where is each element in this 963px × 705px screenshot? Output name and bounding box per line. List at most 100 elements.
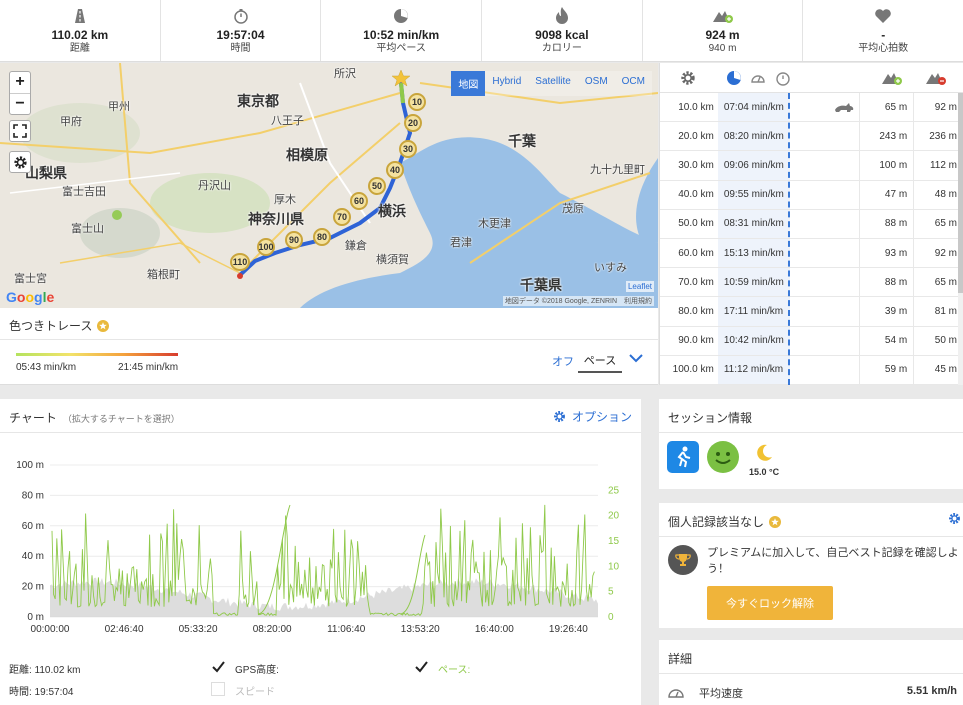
split-distance: 50.0 km [678,218,714,230]
speedometer-icon [751,75,765,83]
column-ascent [882,70,902,91]
split-row[interactable]: 70.0 km 10:59 min/km 88 m 65 m [660,268,963,298]
distance-marker[interactable]: 30 [399,140,417,158]
map-label: 甲州 [108,101,130,113]
x-tick-label: 19:26:40 [549,624,588,635]
leaflet-link[interactable]: Leaflet [625,281,654,292]
column-time-tab[interactable] [775,70,791,91]
elevation-up-icon [712,7,733,25]
split-ascent: 65 m [859,93,913,122]
distance-marker[interactable]: 40 [386,161,404,179]
chart-panel: チャート （拡大するチャートを選択） オプション 100 m 80 m 60 m 40 … [0,399,641,705]
column-speed-tab[interactable] [750,70,766,91]
details-title: 詳細 [668,652,693,666]
map-label: 富士宮 [14,273,47,285]
split-ascent: 47 m [859,180,913,209]
pace-checkbox[interactable] [414,660,428,674]
split-row[interactable]: 60.0 km 15:13 min/km 93 m 92 m [660,238,963,269]
split-ascent: 88 m [859,209,913,238]
scrollbar-thumb[interactable] [958,93,963,293]
split-row[interactable]: 20.0 km 08:20 min/km 243 m 236 m [660,122,963,152]
split-row[interactable]: 80.0 km 17:11 min/km 39 m 81 m [660,297,963,327]
distance-marker[interactable]: 80 [313,228,331,246]
trace-pace-option[interactable]: ペース [578,352,622,373]
split-row[interactable]: 50.0 km 08:31 min/km 88 m 65 m [660,209,963,239]
y-left-tick-label: 60 m [22,521,44,532]
split-descent: 45 m [913,355,963,384]
chart-options-button[interactable]: オプション [553,408,632,425]
x-tick-label: 11:06:40 [327,624,366,635]
y-left-tick-label: 20 m [22,582,44,593]
split-row[interactable]: 90.0 km 10:42 min/km 54 m 50 m [660,326,963,356]
chevron-down-icon[interactable] [629,353,643,363]
y-left-tick-label: 80 m [22,490,44,501]
split-ascent: 88 m [859,268,913,297]
distance-marker[interactable]: 70 [333,208,351,226]
stat-label: 平均ペース [376,42,426,54]
distance-marker[interactable]: 90 [285,231,303,249]
elevation-pace-chart[interactable]: 100 m 80 m 60 m 40 m 20 m 0 m 25 20 15 10 5 0 00:00:… [0,439,641,641]
distance-marker[interactable]: 10 [408,93,426,111]
elevation-up-icon [882,73,902,85]
split-bar-area [790,151,860,179]
map-label: いすみ [594,262,627,274]
split-bar-area [790,181,860,209]
split-bar-area [790,93,860,121]
splits-settings-button[interactable] [680,70,696,91]
y-right-tick-label: 15 [608,536,620,547]
split-row[interactable]: 30.0 km 09:06 min/km 100 m 112 m [660,151,963,181]
split-descent: 92 m [913,238,963,268]
records-settings-button[interactable] [948,512,961,530]
stat-calories: 9098 kcal カロリー [482,0,643,61]
split-row[interactable]: 40.0 km 09:55 min/km 47 m 48 m [660,180,963,210]
records-title-text: 個人記録該当なし [668,515,765,529]
zoom-out-button[interactable]: − [10,93,30,114]
trace-off-option[interactable]: オフ [552,353,574,369]
speed-checkbox[interactable] [211,682,225,696]
zoom-control: + − [9,71,31,115]
split-row[interactable]: 100.0 km 11:12 min/km 59 m 45 m [660,355,963,385]
distance-marker[interactable]: 20 [404,114,422,132]
distance-marker[interactable]: 50 [368,177,386,195]
layer-option[interactable]: OSM [578,71,615,96]
fullscreen-button[interactable] [9,120,31,142]
x-tick-label: 05:33:20 [179,624,218,635]
split-descent: 81 m [913,297,963,326]
route-map[interactable]: 東京都 相模原 神奈川県 山梨県 千葉 千葉県 八王子 甲府 甲州 所沢 富士山… [0,63,658,308]
unlock-now-button[interactable]: 今すぐロック解除 [707,586,833,620]
trophy-icon [668,545,698,575]
layer-option[interactable]: 地図 [451,71,486,96]
y-right-tick-label: 20 [608,511,620,522]
map-label: 神奈川県 [248,211,304,227]
temperature: 15.0 °C [749,467,780,477]
distance-marker[interactable]: 60 [350,192,368,210]
distance-marker[interactable]: 100 [257,238,275,256]
layer-option[interactable]: Hybrid [485,71,528,96]
layer-option[interactable]: Satellite [528,71,578,96]
activity-page: 110.02 km 距離 19:57:04 時間 10:52 min/km 平均… [0,0,963,705]
y-left-tick-label: 0 m [27,612,44,623]
chart-time: 時間: 19:57:04 [9,687,74,698]
split-pace: 09:55 min/km [717,180,790,209]
split-bar-area [790,239,860,267]
column-pace-tab[interactable] [726,70,742,91]
splits-scrollbar[interactable] [958,93,963,385]
split-pace: 17:11 min/km [717,297,790,326]
gps-altitude-checkbox[interactable] [211,660,225,674]
y-right-tick-label: 10 [608,561,620,572]
map-settings-button[interactable] [9,151,31,173]
stat-label: カロリー [541,42,582,54]
map-attribution[interactable]: 地図データ ©2018 Google, ZENRIN 利用規約 [502,296,654,306]
split-distance: 100.0 km [672,364,714,376]
personal-records-panel: 個人記録該当なし プレミアムに加入して、自己ベスト記録を確認しよう！ 今すぐロッ… [659,503,963,628]
color-trace-title: 色つきトレース [9,317,110,334]
split-row[interactable]: 10.0 km 07:04 min/km 65 m 92 m [660,93,963,123]
split-distance: 20.0 km [678,130,714,142]
check-icon [211,661,225,673]
distance-marker[interactable]: 110 [230,253,250,271]
zoom-in-button[interactable]: + [10,72,30,93]
layer-option[interactable]: OCM [615,71,652,96]
speed-label: スピード [235,687,275,698]
column-descent [926,70,946,91]
divider [0,339,658,340]
